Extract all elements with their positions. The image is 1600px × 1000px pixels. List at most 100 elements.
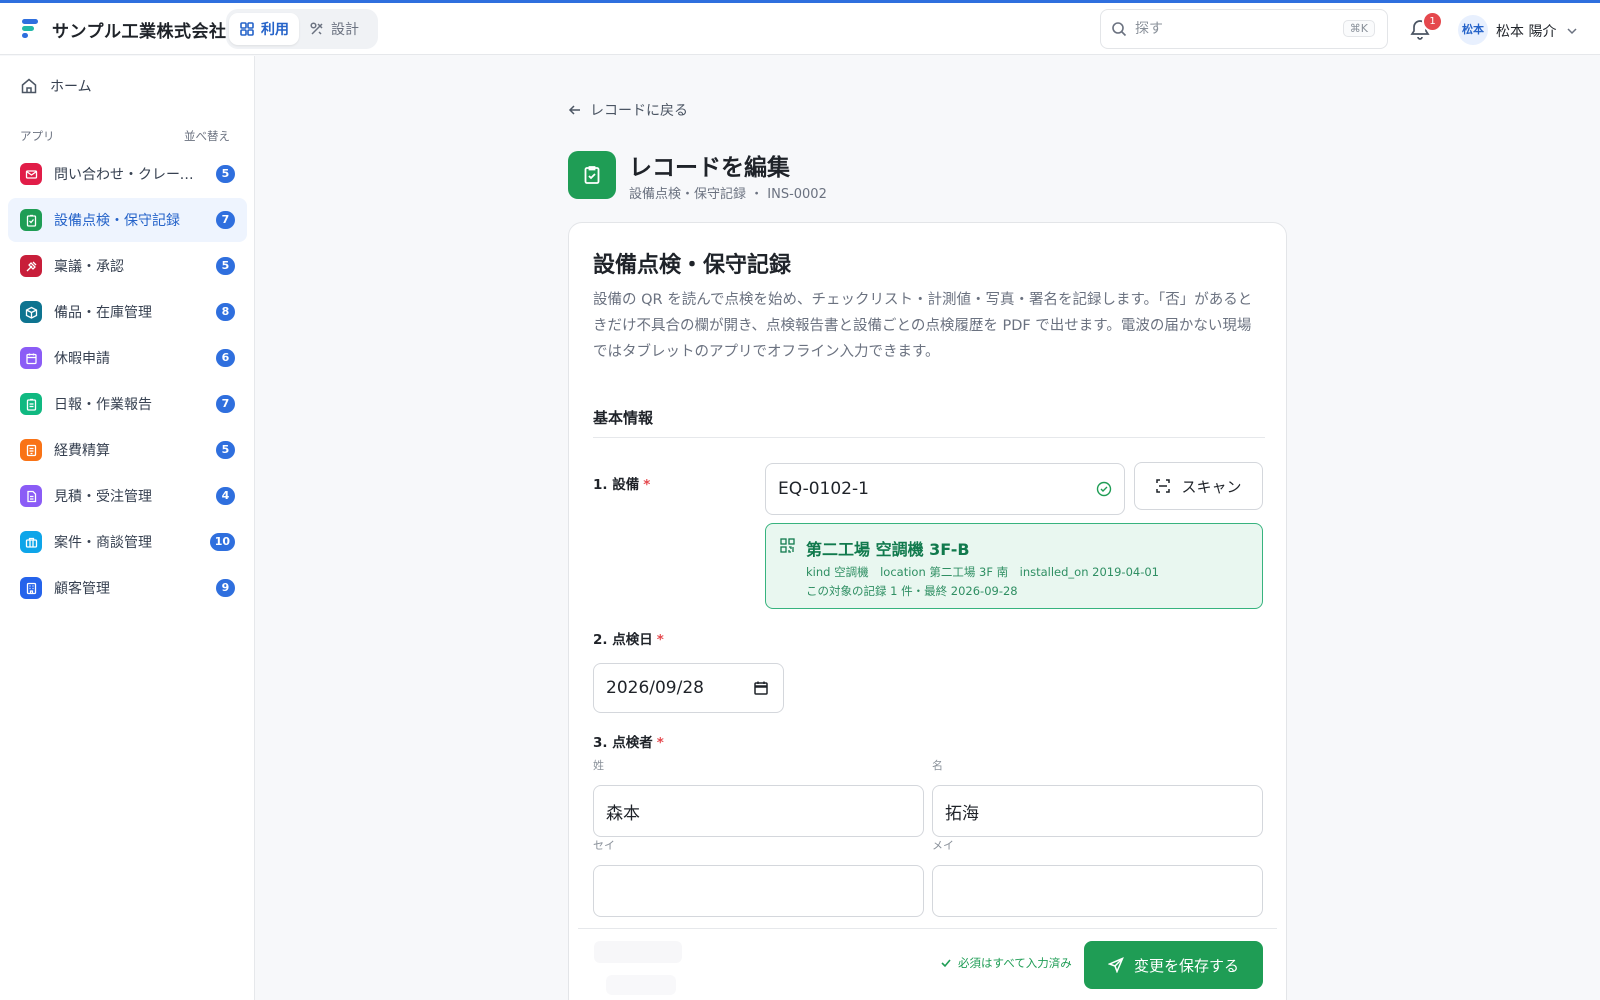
form-description: 設備の QR を読んで点検を始め、チェックリスト・計測値・写真・署名を記録します… [593,292,1253,360]
search-input[interactable] [1135,21,1335,37]
form-card: 設備点検・保守記録 設備の QR を読んで点検を始め、チェックリスト・計測値・写… [568,222,1287,1000]
apps-section-header: アプリ 並べ替え [20,128,230,144]
sidebar-item-count: 7 [216,395,235,413]
first-kana-input[interactable] [932,865,1263,917]
back-link[interactable]: レコードに戻る [568,100,688,120]
top-bar: サンプル工業株式会社 利用 設計 ⌘K 1 松本 松本 陽介 [0,3,1600,55]
date-field-label: 2. 点検日 * [593,628,664,648]
sidebar-item-label: 顧客管理 [54,581,110,597]
last-kana-input[interactable] [593,865,924,917]
equipment-label-text: 1. 設備 [593,477,640,493]
sidebar-item-count: 5 [216,165,235,183]
first-name-label: 名 [932,759,943,772]
first-name-input[interactable]: 拓海 [932,785,1263,837]
mode-use-label: 利用 [261,22,289,38]
equipment-field-label: 1. 設備 * [593,473,650,493]
required-status: 必須はすべて入力済み [940,955,1072,971]
clipboard-check-icon [20,209,42,231]
company-name: サンプル工業株式会社 [52,22,227,42]
receipt-icon [20,439,42,461]
sidebar-item-count: 5 [216,441,235,459]
faded-placeholder [594,941,682,963]
sidebar-item-home[interactable]: ホーム [20,76,92,96]
search-shortcut-badge: ⌘K [1342,20,1375,37]
sidebar-item-inspection[interactable]: 設備点検・保守記録 7 [8,198,247,242]
qr-code-icon [780,538,795,553]
equipment-field[interactable]: EQ-0102-1 [765,463,1125,515]
sidebar-item-count: 4 [216,487,235,505]
grid-icon [240,22,254,36]
section-divider [593,437,1265,438]
equipment-meta: kind 空調機 location 第二工場 3F 南 installed_on… [806,565,1159,579]
sidebar-item-count: 8 [216,303,235,321]
scan-label: スキャン [1181,477,1242,496]
scan-button[interactable]: スキャン [1134,462,1263,510]
sidebar-item-count: 10 [209,533,235,551]
sidebar-item-label: 稟議・承認 [54,259,124,275]
sidebar-item-label: 案件・商談管理 [54,535,152,551]
briefcase-icon [20,531,42,553]
required-mark: * [656,632,664,648]
sidebar-item-daily-report[interactable]: 日報・作業報告 7 [8,382,247,426]
sidebar-item-inventory[interactable]: 備品・在庫管理 8 [8,290,247,334]
calendar-icon[interactable] [753,680,769,696]
required-status-text: 必須はすべて入力済み [958,956,1072,970]
sidebar-item-count: 7 [216,211,235,229]
sidebar-item-label: 休暇申請 [54,351,110,367]
inspector-label-text: 3. 点検者 [593,735,653,751]
date-input[interactable]: 2026/09/28 [593,663,784,713]
sidebar-item-label: 日報・作業報告 [54,397,152,413]
last-name-label: 姓 [593,759,604,772]
sidebar-item-count: 6 [216,349,235,367]
last-name-input[interactable]: 森本 [593,785,924,837]
clipboard-check-icon [584,166,600,184]
calendar-icon [20,347,42,369]
last-name-value: 森本 [606,803,640,824]
home-label: ホーム [50,79,92,95]
mail-icon [20,163,42,185]
save-button[interactable]: 変更を保存する [1084,941,1263,989]
check-circle-icon [1096,481,1112,497]
sidebar-item-label: 問い合わせ・クレーム管理 [54,167,204,183]
send-icon [1107,957,1124,973]
page-subtitle: 設備点検・保守記録 ・ INS-0002 [629,187,827,202]
mode-design-button[interactable]: 設計 [299,13,369,45]
sidebar-item-customers[interactable]: 顧客管理 9 [8,566,247,610]
sidebar-item-leave[interactable]: 休暇申請 6 [8,336,247,380]
search-box[interactable]: ⌘K [1100,9,1388,49]
clipboard-icon [20,393,42,415]
faded-placeholder [606,975,676,995]
page-title: レコードを編集 [629,155,790,181]
box-icon [20,301,42,323]
required-mark: * [656,735,664,751]
sidebar-item-deals[interactable]: 案件・商談管理 10 [8,520,247,564]
first-kana-label: メイ [932,839,954,852]
sort-button[interactable]: 並べ替え [184,128,230,144]
scan-icon [1156,479,1171,493]
mode-design-label: 設計 [331,22,359,38]
avatar[interactable]: 松本 [1458,15,1488,45]
date-label-text: 2. 点検日 [593,632,653,648]
equipment-name: 第二工場 空調機 3F-B [806,540,970,559]
stamp-icon [20,255,42,277]
sidebar-item-approval[interactable]: 稟議・承認 5 [8,244,247,288]
user-name[interactable]: 松本 陽介 [1496,21,1556,41]
last-kana-label: セイ [593,839,615,852]
mode-use-button[interactable]: 利用 [229,13,299,45]
equipment-match-card: 第二工場 空調機 3F-B kind 空調機 location 第二工場 3F … [765,523,1263,609]
first-name-value: 拓海 [945,803,979,824]
page-app-icon [568,151,616,199]
building-icon [20,577,42,599]
sidebar-item-label: 設備点検・保守記録 [54,213,180,229]
save-label: 変更を保存する [1133,956,1239,975]
sidebar-item-inquiries[interactable]: 問い合わせ・クレーム管理 5 [8,152,247,196]
sidebar-item-count: 9 [216,579,235,597]
search-icon [1112,22,1127,37]
sidebar-item-expenses[interactable]: 経費精算 5 [8,428,247,472]
chevron-down-icon[interactable] [1566,25,1578,37]
sidebar-item-quotes[interactable]: 見積・受注管理 4 [8,474,247,518]
app-logo[interactable] [20,17,42,39]
arrow-left-icon [568,105,580,115]
sidebar: ホーム アプリ 並べ替え 問い合わせ・クレーム管理 5 設備点検・保守記録 7 … [0,56,255,1000]
tools-icon [310,22,323,35]
